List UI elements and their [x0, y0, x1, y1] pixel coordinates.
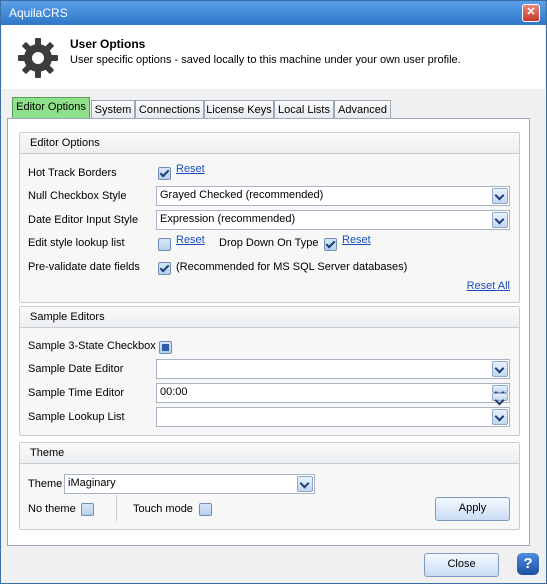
- sample-date-editor-input[interactable]: [156, 359, 510, 379]
- theme-value: iMaginary: [68, 477, 116, 489]
- sample-lookup-list-label: Sample Lookup List: [28, 411, 125, 423]
- sample-date-editor-label: Sample Date Editor: [28, 363, 124, 375]
- help-icon[interactable]: ?: [517, 553, 539, 575]
- drop-down-on-type-checkbox[interactable]: [324, 238, 337, 251]
- group-header: Sample Editors: [20, 307, 519, 328]
- sample-lookup-list-select[interactable]: [156, 407, 510, 427]
- close-button[interactable]: Close: [424, 553, 499, 577]
- touch-mode-label: Touch mode: [133, 503, 193, 515]
- sample-3-state-checkbox-label: Sample 3-State Checkbox: [28, 340, 156, 352]
- dialog-header: User Options User specific options - sav…: [2, 25, 545, 89]
- no-theme-checkbox[interactable]: [81, 503, 94, 516]
- close-window-button[interactable]: ✕: [522, 4, 540, 22]
- tab-editor-options[interactable]: Editor Options: [12, 97, 90, 119]
- edit-style-lookup-list-label: Edit style lookup list: [28, 237, 125, 249]
- null-checkbox-style-select[interactable]: Grayed Checked (recommended): [156, 186, 510, 206]
- group-header: Editor Options: [20, 133, 519, 154]
- tab-connections[interactable]: Connections: [135, 100, 204, 119]
- edit-style-lookup-list-checkbox[interactable]: [158, 238, 171, 251]
- tab-local-lists[interactable]: Local Lists: [274, 100, 334, 119]
- header-subtitle: User specific options - saved locally to…: [70, 54, 461, 66]
- drop-down-on-type-reset-link[interactable]: Reset: [342, 234, 371, 246]
- group-title: Editor Options: [30, 137, 100, 149]
- sample-time-editor-value: 00:00: [160, 386, 188, 398]
- spin-up-icon[interactable]: [492, 385, 508, 393]
- divider: [116, 495, 117, 521]
- window-title: AquilaCRS: [9, 6, 68, 20]
- hot-track-borders-reset-link[interactable]: Reset: [176, 163, 205, 175]
- sample-time-editor-input[interactable]: 00:00: [156, 383, 510, 403]
- spin-down-icon[interactable]: [492, 393, 508, 401]
- sample-time-editor-label: Sample Time Editor: [28, 387, 124, 399]
- chevron-down-icon[interactable]: [492, 188, 508, 204]
- null-checkbox-style-value: Grayed Checked (recommended): [160, 189, 324, 201]
- tab-system[interactable]: System: [91, 100, 135, 119]
- theme-label: Theme: [28, 478, 63, 490]
- apply-button[interactable]: Apply: [435, 497, 510, 521]
- theme-group: Theme Theme iMaginary No theme Touch mod…: [19, 442, 520, 530]
- pre-validate-date-fields-checkbox[interactable]: [158, 262, 171, 275]
- tab-advanced[interactable]: Advanced: [334, 100, 391, 119]
- tab-license-keys[interactable]: License Keys: [204, 100, 274, 119]
- editor-options-panel: Editor Options Hot Track Borders Reset N…: [7, 118, 530, 546]
- drop-down-on-type-label: Drop Down On Type: [219, 237, 319, 249]
- sample-editors-group: Sample Editors Sample 3-State Checkbox S…: [19, 306, 520, 436]
- reset-all-link[interactable]: Reset All: [467, 280, 510, 292]
- date-editor-input-style-label: Date Editor Input Style: [28, 214, 139, 226]
- editor-options-group: Editor Options Hot Track Borders Reset N…: [19, 132, 520, 303]
- date-editor-input-style-select[interactable]: Expression (recommended): [156, 210, 510, 230]
- chevron-down-icon[interactable]: [492, 409, 508, 425]
- edit-style-lookup-list-reset-link[interactable]: Reset: [176, 234, 205, 246]
- theme-select[interactable]: iMaginary: [64, 474, 315, 494]
- group-header: Theme: [20, 443, 519, 464]
- touch-mode-checkbox[interactable]: [199, 503, 212, 516]
- pre-validate-date-fields-label: Pre-validate date fields: [28, 261, 140, 273]
- title-bar[interactable]: AquilaCRS ✕: [1, 1, 546, 25]
- sample-3-state-checkbox[interactable]: [159, 341, 172, 354]
- date-editor-input-style-value: Expression (recommended): [160, 213, 296, 225]
- indeterminate-mark: [162, 344, 169, 351]
- chevron-down-icon[interactable]: [492, 361, 508, 377]
- no-theme-label: No theme: [28, 503, 76, 515]
- chevron-down-icon[interactable]: [492, 212, 508, 228]
- hot-track-borders-checkbox[interactable]: [158, 167, 171, 180]
- user-options-window: AquilaCRS ✕ User Options User specific o…: [0, 0, 547, 584]
- hot-track-borders-label: Hot Track Borders: [28, 167, 117, 179]
- gear-icon: [18, 38, 58, 78]
- null-checkbox-style-label: Null Checkbox Style: [28, 190, 127, 202]
- pre-validate-date-fields-note: (Recommended for MS SQL Server databases…: [176, 261, 408, 273]
- group-title: Sample Editors: [30, 311, 105, 323]
- header-title: User Options: [70, 37, 146, 51]
- chevron-down-icon[interactable]: [297, 476, 313, 492]
- group-title: Theme: [30, 447, 65, 459]
